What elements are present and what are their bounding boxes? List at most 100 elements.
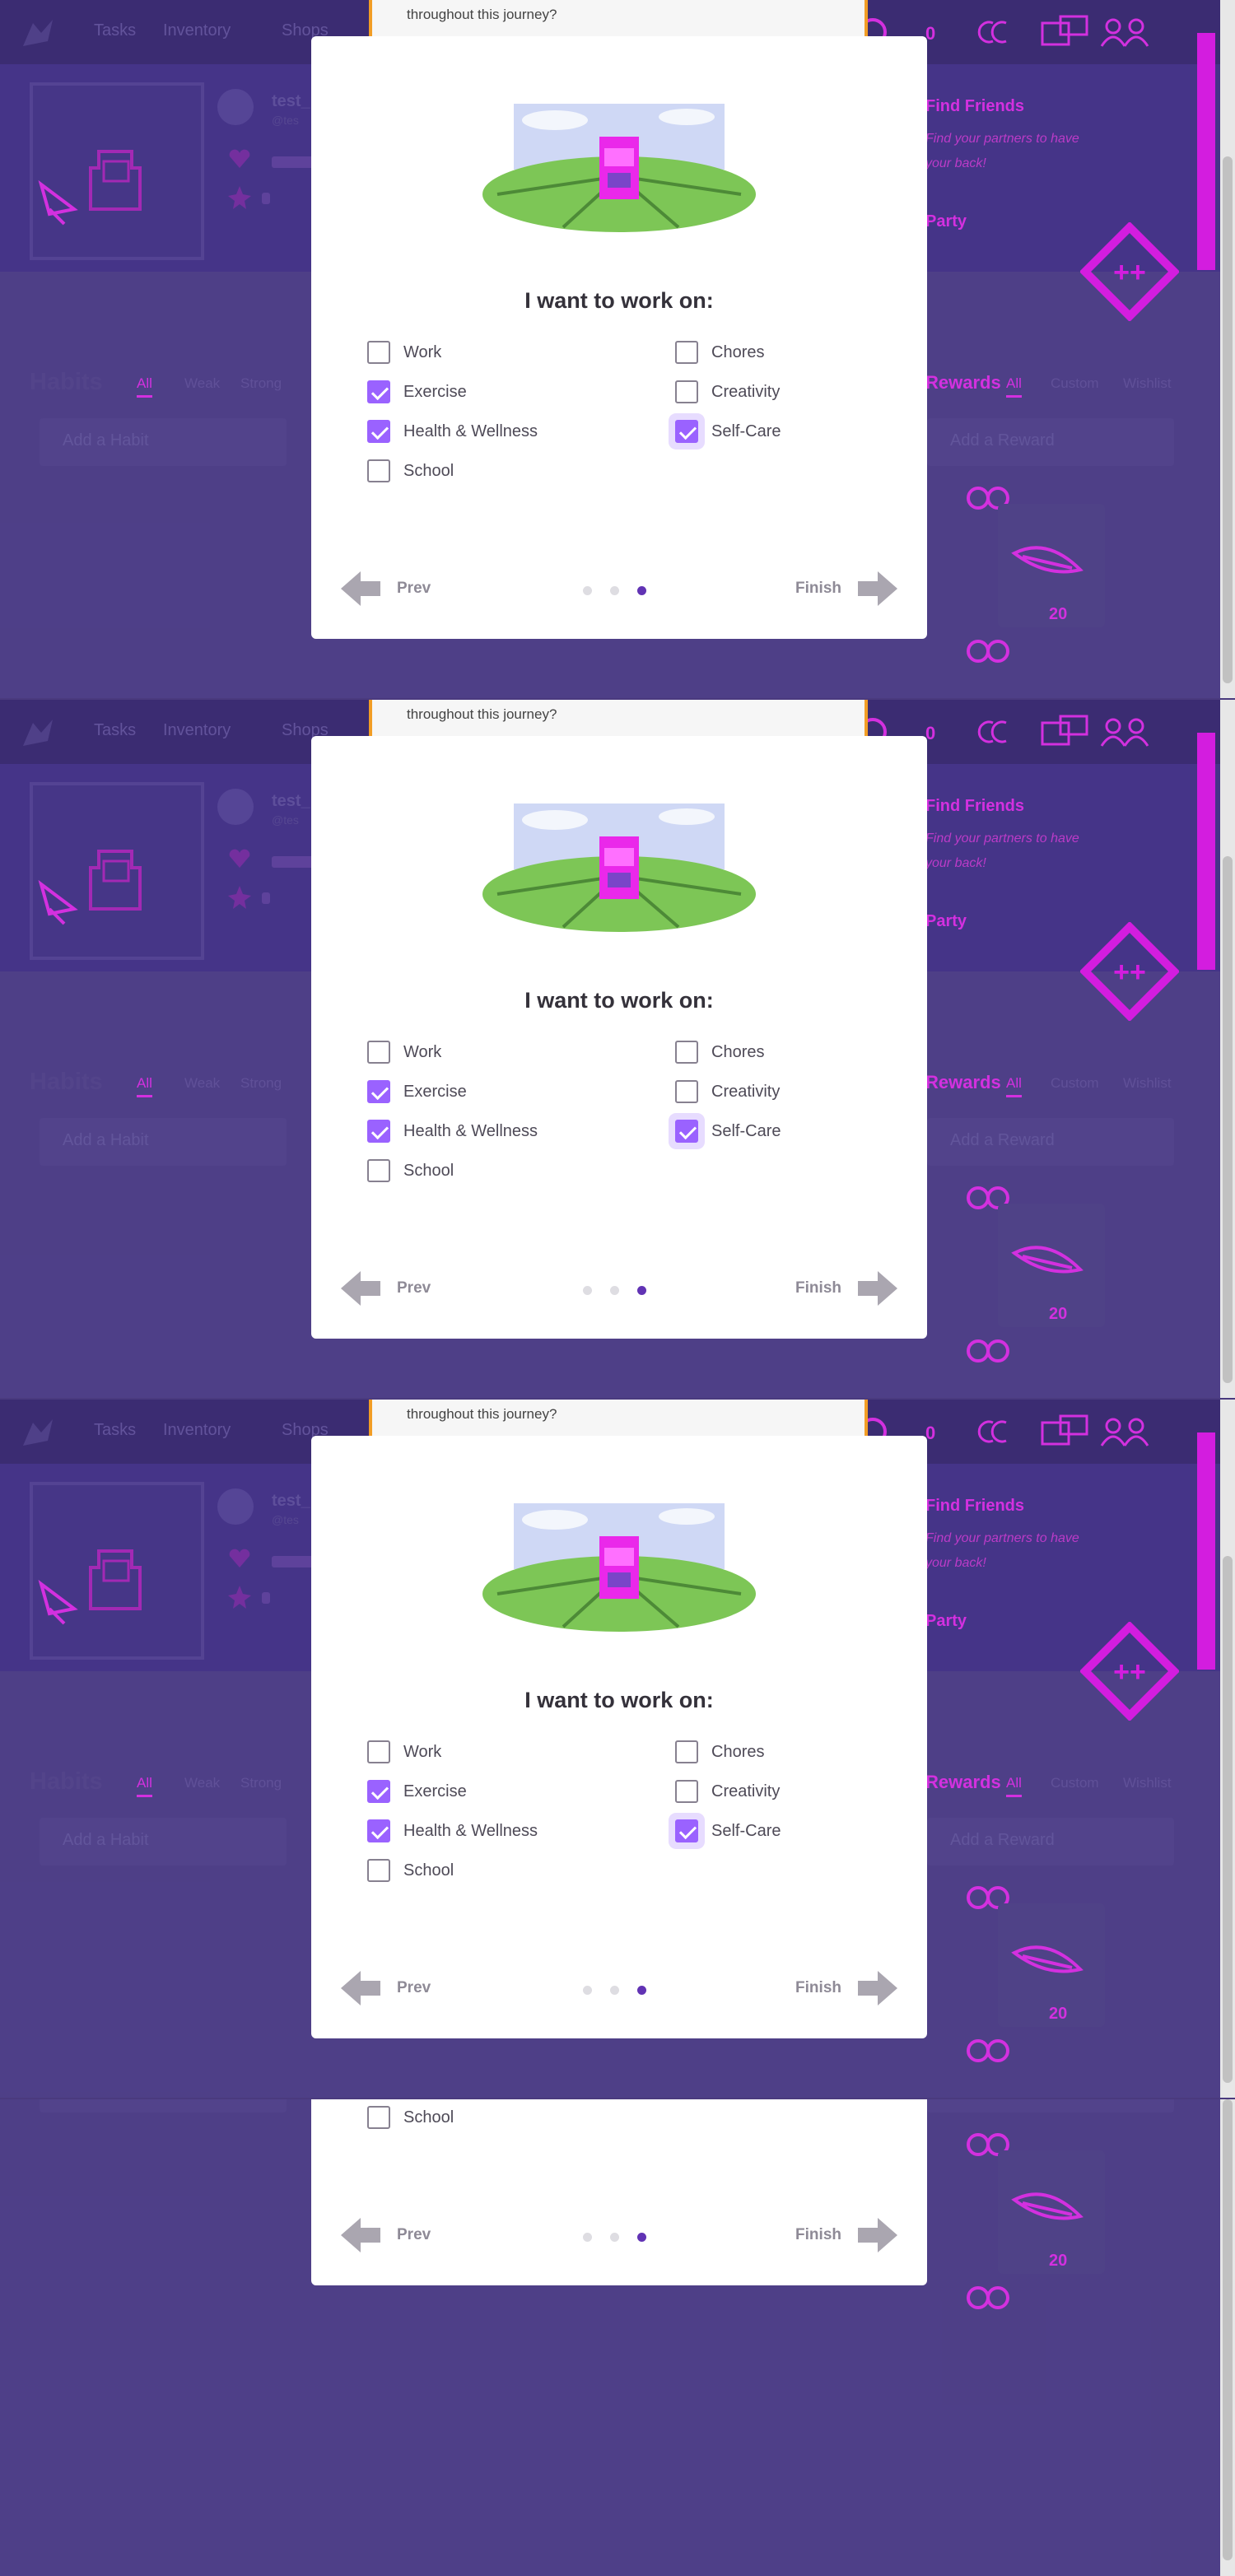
option-label: Creativity bbox=[711, 382, 781, 401]
option-label: Creativity bbox=[711, 1082, 781, 1101]
lilypad-scene-icon bbox=[482, 104, 756, 232]
checkbox[interactable] bbox=[675, 1120, 698, 1143]
checkbox[interactable] bbox=[367, 1819, 390, 1842]
option-self-care[interactable]: Self-Care bbox=[675, 1818, 781, 1844]
checkbox[interactable] bbox=[367, 1041, 390, 1064]
prev-button[interactable]: Prev bbox=[339, 2216, 431, 2254]
checkbox[interactable] bbox=[675, 420, 698, 443]
checkbox[interactable] bbox=[675, 1740, 698, 1763]
option-work[interactable]: Work bbox=[367, 1039, 441, 1065]
option-label: Exercise bbox=[403, 1782, 467, 1800]
onboarding-heading: I want to work on: bbox=[524, 1688, 714, 1712]
app-frame-3: Tasks Inventory Shops 0 0 bbox=[0, 1400, 1235, 2098]
prev-arrow-icon bbox=[341, 1271, 380, 1306]
page-scrollbar[interactable] bbox=[1220, 700, 1235, 1398]
option-chores[interactable]: Chores bbox=[675, 1739, 764, 1765]
step-dot-1 bbox=[583, 1986, 592, 1995]
scrollbar-thumb[interactable] bbox=[1223, 2099, 1233, 2560]
checkbox[interactable] bbox=[675, 1080, 698, 1103]
step-dot-1 bbox=[583, 586, 592, 595]
checkbox[interactable] bbox=[367, 1080, 390, 1103]
finish-label: Finish bbox=[795, 2226, 841, 2243]
option-label: School bbox=[403, 1161, 454, 1180]
option-label: Self-Care bbox=[711, 422, 781, 440]
page-scrollbar[interactable] bbox=[1220, 0, 1235, 698]
prev-button[interactable]: Prev bbox=[339, 570, 431, 608]
option-self-care[interactable]: Self-Care bbox=[675, 418, 781, 445]
lilypad-scene-icon bbox=[482, 1503, 756, 1632]
checkbox[interactable] bbox=[367, 341, 390, 364]
step-dot-2 bbox=[610, 2233, 619, 2242]
option-creativity[interactable]: Creativity bbox=[675, 1778, 780, 1805]
finish-button[interactable]: Finish bbox=[795, 570, 899, 608]
next-arrow-icon bbox=[858, 2218, 897, 2252]
checkbox[interactable] bbox=[367, 1159, 390, 1182]
option-label: School bbox=[403, 1861, 454, 1880]
step-dot-2 bbox=[610, 1286, 619, 1295]
checkbox[interactable] bbox=[367, 1740, 390, 1763]
finish-button[interactable]: Finish bbox=[795, 2216, 899, 2254]
option-work[interactable]: Work bbox=[367, 339, 441, 366]
option-label: Self-Care bbox=[711, 1821, 781, 1840]
page-scrollbar[interactable] bbox=[1220, 1400, 1235, 2098]
onboarding-heading: I want to work on: bbox=[524, 988, 714, 1013]
onboarding-modal: I want to work on: WorkExerciseHealth & … bbox=[311, 2099, 927, 2285]
checkbox[interactable] bbox=[675, 1041, 698, 1064]
option-school[interactable]: School bbox=[367, 1158, 454, 1184]
checkbox[interactable] bbox=[675, 341, 698, 364]
option-health-wellness[interactable]: Health & Wellness bbox=[367, 1818, 538, 1844]
prev-button[interactable]: Prev bbox=[339, 1969, 431, 2007]
prev-button[interactable]: Prev bbox=[339, 1269, 431, 1307]
option-label: School bbox=[403, 2108, 454, 2126]
intro-text: throughout this journey? bbox=[407, 7, 557, 22]
app-frame-2: Tasks Inventory Shops 0 0 bbox=[0, 700, 1235, 1398]
option-chores[interactable]: Chores bbox=[675, 1039, 764, 1065]
option-exercise[interactable]: Exercise bbox=[367, 1078, 467, 1105]
app-frame-4: Tasks Inventory Shops 0 0 bbox=[0, 2099, 1235, 2576]
step-dot-3 bbox=[637, 2233, 646, 2242]
option-creativity[interactable]: Creativity bbox=[675, 1078, 780, 1105]
checkbox[interactable] bbox=[367, 2106, 390, 2129]
intro-text: throughout this journey? bbox=[407, 706, 557, 722]
option-self-care[interactable]: Self-Care bbox=[675, 1118, 781, 1144]
option-chores[interactable]: Chores bbox=[675, 339, 764, 366]
step-dot-1 bbox=[583, 1286, 592, 1295]
option-work[interactable]: Work bbox=[367, 1739, 441, 1765]
option-health-wellness[interactable]: Health & Wellness bbox=[367, 418, 538, 445]
checkbox[interactable] bbox=[675, 380, 698, 403]
finish-button[interactable]: Finish bbox=[795, 1269, 899, 1307]
option-creativity[interactable]: Creativity bbox=[675, 379, 780, 405]
page-scrollbar[interactable] bbox=[1220, 2099, 1235, 2576]
scrollbar-thumb[interactable] bbox=[1223, 156, 1233, 683]
option-school[interactable]: School bbox=[367, 1857, 454, 1884]
finish-button[interactable]: Finish bbox=[795, 1969, 899, 2007]
prev-label: Prev bbox=[397, 2226, 431, 2243]
option-label: Exercise bbox=[403, 382, 467, 401]
checkbox[interactable] bbox=[675, 1819, 698, 1842]
option-label: Chores bbox=[711, 1042, 765, 1061]
option-school[interactable]: School bbox=[367, 458, 454, 484]
checkbox[interactable] bbox=[675, 1780, 698, 1803]
option-label: Health & Wellness bbox=[403, 422, 538, 440]
option-label: Chores bbox=[711, 1742, 765, 1761]
option-exercise[interactable]: Exercise bbox=[367, 1778, 467, 1805]
checkbox[interactable] bbox=[367, 420, 390, 443]
step-dot-2 bbox=[610, 1986, 619, 1995]
scrollbar-thumb[interactable] bbox=[1223, 856, 1233, 1383]
option-health-wellness[interactable]: Health & Wellness bbox=[367, 1118, 538, 1144]
checkbox[interactable] bbox=[367, 459, 390, 482]
option-label: Health & Wellness bbox=[403, 1121, 538, 1140]
option-exercise[interactable]: Exercise bbox=[367, 379, 467, 405]
onboarding-modal: I want to work on: Work Exercise Health & … bbox=[311, 1436, 927, 2038]
checkbox[interactable] bbox=[367, 380, 390, 403]
checkbox[interactable] bbox=[367, 1859, 390, 1882]
next-arrow-icon bbox=[858, 1971, 897, 2005]
next-arrow-icon bbox=[858, 1271, 897, 1306]
step-dot-1 bbox=[583, 2233, 592, 2242]
option-label: Exercise bbox=[403, 1082, 467, 1101]
option-school[interactable]: School bbox=[367, 2104, 454, 2131]
finish-label: Finish bbox=[795, 1979, 841, 1996]
checkbox[interactable] bbox=[367, 1120, 390, 1143]
checkbox[interactable] bbox=[367, 1780, 390, 1803]
scrollbar-thumb[interactable] bbox=[1223, 1556, 1233, 2083]
